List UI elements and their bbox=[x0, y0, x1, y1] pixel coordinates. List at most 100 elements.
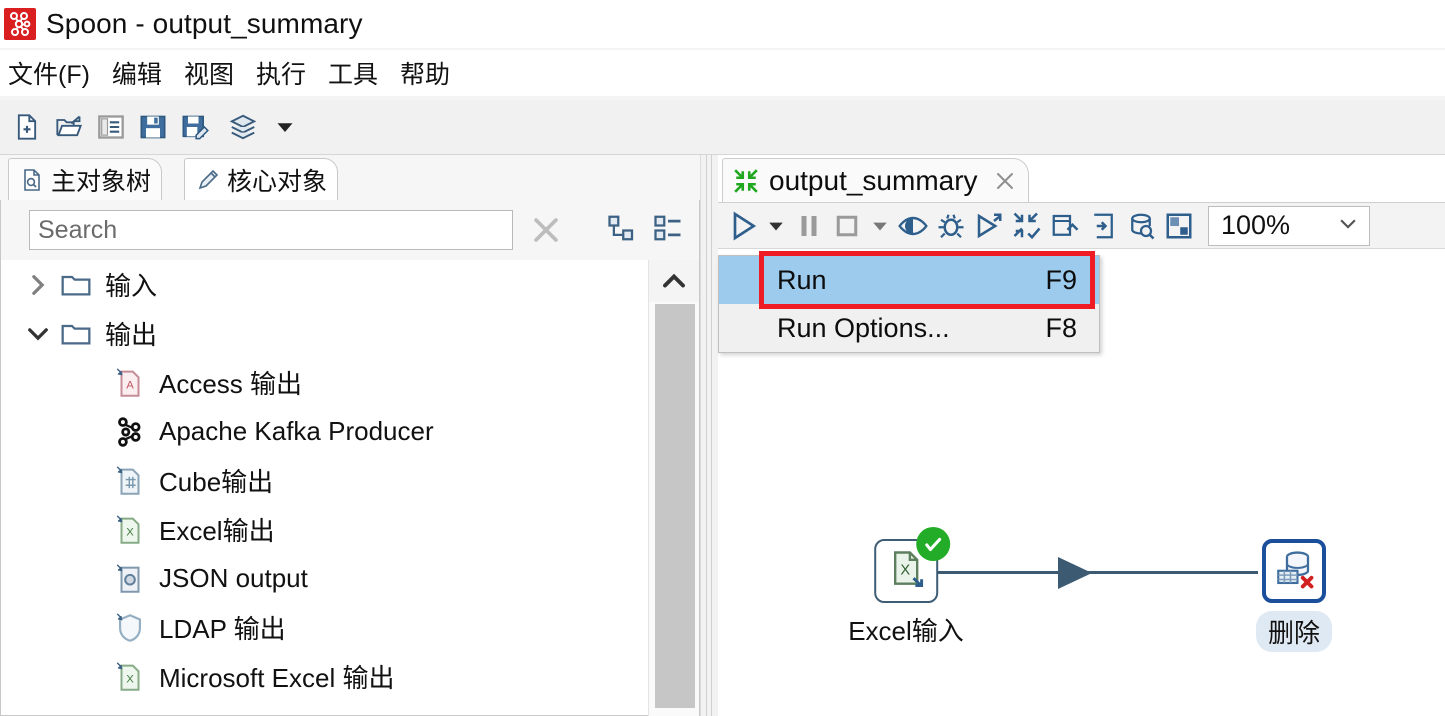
spoon-window: Spoon - output_summary 文件(F) 编辑 视图 执行 工具… bbox=[0, 0, 1445, 716]
menu-tools[interactable]: 工具 bbox=[328, 55, 378, 91]
step-label: 删除 bbox=[1255, 611, 1333, 652]
save-as-button[interactable] bbox=[174, 106, 216, 148]
zoom-combo[interactable]: 100% bbox=[1208, 205, 1370, 246]
tab-core-objects[interactable]: 核心对象 bbox=[184, 158, 339, 201]
replay-button[interactable] bbox=[970, 206, 1008, 246]
step-icon-box[interactable]: X bbox=[874, 527, 950, 603]
window-title: Spoon - output_summary bbox=[46, 8, 363, 39]
tab-output-summary[interactable]: output_summary bbox=[722, 158, 1029, 202]
tree-item-label: Access 输出 bbox=[159, 369, 303, 399]
save-button[interactable] bbox=[132, 106, 174, 148]
preview-button[interactable] bbox=[894, 206, 932, 246]
stop-button[interactable] bbox=[828, 206, 866, 246]
left-panel-body: Search 输入 输出 A Access 输出 Apache Kafka Pr… bbox=[0, 200, 700, 716]
menu-view[interactable]: 视图 bbox=[184, 55, 234, 91]
tree-item-label: Microsoft Excel 输出 bbox=[159, 663, 395, 693]
run-dropdown-button[interactable] bbox=[762, 206, 790, 246]
chevron-right-icon[interactable] bbox=[19, 260, 57, 309]
step-delete[interactable]: 删除 bbox=[1255, 539, 1333, 652]
scrollbar-thumb[interactable] bbox=[655, 304, 695, 708]
document-search-icon bbox=[19, 167, 45, 193]
tree-row[interactable]: LDAP 输出 bbox=[1, 603, 649, 652]
close-x-icon[interactable] bbox=[523, 207, 569, 253]
transformation-icon bbox=[733, 168, 759, 194]
left-panel: 主对象树 核心对象 Search 输入 输出 A Access 输出 Apach… bbox=[0, 155, 700, 716]
access-output-icon: A bbox=[111, 364, 149, 402]
menu-help[interactable]: 帮助 bbox=[400, 55, 450, 91]
menu-edit[interactable]: 编辑 bbox=[112, 55, 162, 91]
tree-view-buttons bbox=[607, 213, 683, 248]
tree-item-label: 输出 bbox=[105, 320, 158, 350]
folder-icon bbox=[57, 315, 95, 353]
new-file-button[interactable] bbox=[6, 106, 48, 148]
hop-arrow-icon bbox=[1058, 557, 1092, 589]
core-objects-tree[interactable]: 输入 输出 A Access 输出 Apache Kafka Producer … bbox=[1, 260, 649, 715]
canvas-tab-strip: output_summary bbox=[718, 155, 1445, 203]
tree-row[interactable]: Apache Kafka Producer bbox=[1, 407, 649, 456]
tree-row[interactable]: X Microsoft Excel 输出 bbox=[1, 652, 649, 701]
menu-file[interactable]: 文件(F) bbox=[8, 55, 90, 91]
kafka-icon bbox=[111, 413, 149, 451]
stop-dropdown-button[interactable] bbox=[866, 206, 894, 246]
menu-item-run-accel: F9 bbox=[1045, 264, 1077, 295]
tree-vertical-scrollbar[interactable] bbox=[648, 260, 699, 716]
main-toolbar bbox=[0, 100, 1445, 155]
debug-button[interactable] bbox=[932, 206, 970, 246]
chevron-up-icon[interactable] bbox=[649, 260, 699, 302]
sql-button[interactable] bbox=[1084, 206, 1122, 246]
tree-row[interactable]: A Access 输出 bbox=[1, 358, 649, 407]
svg-text:A: A bbox=[126, 379, 134, 391]
collapse-tree-icon[interactable] bbox=[607, 213, 637, 248]
svg-text:X: X bbox=[900, 562, 910, 578]
run-dropdown-menu[interactable]: Run F9 Run Options... F8 bbox=[718, 251, 1100, 353]
panel-splitter[interactable] bbox=[700, 155, 720, 716]
menu-item-run-options-label: Run Options... bbox=[777, 312, 950, 343]
menu-item-run-options-accel: F8 bbox=[1045, 312, 1077, 343]
pause-button[interactable] bbox=[790, 206, 828, 246]
tab-main-object-tree-label: 主对象树 bbox=[51, 168, 152, 196]
step-excel-input[interactable]: X Excel输入 bbox=[848, 527, 964, 648]
search-row: Search bbox=[1, 200, 699, 260]
spoon-logo-icon bbox=[4, 8, 36, 40]
chevron-down-icon[interactable] bbox=[1337, 212, 1359, 239]
open-file-button[interactable] bbox=[48, 106, 90, 148]
cube-output-icon bbox=[111, 462, 149, 500]
tree-row[interactable]: X Excel输出 bbox=[1, 505, 649, 554]
run-button[interactable] bbox=[724, 206, 762, 246]
ldap-output-icon bbox=[111, 609, 149, 647]
tree-row[interactable]: 输出 bbox=[1, 309, 649, 358]
success-check-icon bbox=[916, 527, 950, 561]
svg-text:X: X bbox=[126, 526, 134, 538]
excel-output-icon: X bbox=[111, 658, 149, 696]
tree-row[interactable]: 输入 bbox=[1, 260, 649, 309]
tab-core-objects-label: 核心对象 bbox=[227, 168, 328, 196]
search-input[interactable]: Search bbox=[29, 210, 513, 250]
toolbar-overflow-button[interactable] bbox=[264, 106, 306, 148]
explore-repository-button[interactable] bbox=[90, 106, 132, 148]
step-label: Excel输入 bbox=[848, 616, 964, 646]
tab-main-object-tree[interactable]: 主对象树 bbox=[8, 158, 163, 201]
arrange-button[interactable] bbox=[1160, 206, 1198, 246]
impact-analysis-button[interactable] bbox=[1046, 206, 1084, 246]
close-x-icon[interactable] bbox=[992, 168, 1018, 194]
menu-item-run-label: Run bbox=[777, 264, 827, 295]
right-panel: output_summary 100% X Excel输入 删除 bbox=[718, 155, 1445, 716]
menu-item-run[interactable]: Run F9 bbox=[719, 256, 1099, 304]
expand-list-icon[interactable] bbox=[653, 213, 683, 248]
layers-button[interactable] bbox=[222, 106, 264, 148]
canvas-toolbar: 100% bbox=[718, 203, 1445, 249]
verify-button[interactable] bbox=[1008, 206, 1046, 246]
tree-item-label: Excel输出 bbox=[159, 516, 275, 546]
zoom-value: 100% bbox=[1221, 210, 1291, 240]
excel-output-icon: X bbox=[111, 511, 149, 549]
database-explore-button[interactable] bbox=[1122, 206, 1160, 246]
menu-item-run-options[interactable]: Run Options... F8 bbox=[719, 304, 1099, 352]
pencil-icon bbox=[195, 167, 221, 193]
menu-bar: 文件(F) 编辑 视图 执行 工具 帮助 bbox=[0, 50, 1445, 96]
chevron-down-icon[interactable] bbox=[19, 309, 57, 358]
menu-run[interactable]: 执行 bbox=[256, 55, 306, 91]
delete-database-icon bbox=[1273, 548, 1315, 595]
step-icon-box[interactable] bbox=[1261, 539, 1326, 603]
tree-row[interactable]: JSON output bbox=[1, 554, 649, 603]
tree-row[interactable]: Cube输出 bbox=[1, 456, 649, 505]
